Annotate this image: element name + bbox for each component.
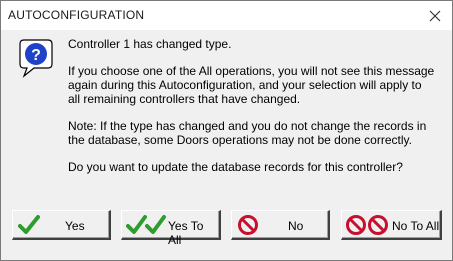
yes-to-all-button[interactable]: Yes To All xyxy=(121,210,221,247)
no-to-all-button[interactable]: No To All xyxy=(341,210,442,240)
message-text: Controller 1 has changed type. If you ch… xyxy=(68,37,438,187)
double-check-icon xyxy=(126,215,166,234)
message-paragraph-1: If you choose one of the All operations,… xyxy=(68,64,435,106)
double-no-sign-icon xyxy=(346,215,388,235)
message-note: Note: If the type has changed and you do… xyxy=(68,119,427,147)
button-bar: Yes Yes To All No No To All xyxy=(1,191,452,260)
message-question: Do you want to update the database recor… xyxy=(68,160,403,174)
yes-to-all-button-label: Yes To All xyxy=(168,219,204,247)
yes-button-label: Yes xyxy=(65,219,85,233)
no-to-all-button-label: No To All xyxy=(392,219,440,233)
no-sign-icon xyxy=(238,215,258,235)
close-icon[interactable] xyxy=(422,4,448,28)
question-bubble-icon: ? xyxy=(16,38,56,78)
message-heading: Controller 1 has changed type. xyxy=(68,37,232,51)
svg-text:?: ? xyxy=(31,47,41,64)
title-bar[interactable]: AUTOCONFIGURATION xyxy=(1,1,452,30)
dialog-window: AUTOCONFIGURATION ? Controller 1 has cha… xyxy=(0,0,453,261)
window-title: AUTOCONFIGURATION xyxy=(8,8,145,22)
no-button-label: No xyxy=(288,219,304,233)
no-button[interactable]: No xyxy=(231,210,330,240)
check-icon xyxy=(18,215,40,234)
yes-button[interactable]: Yes xyxy=(12,210,111,240)
